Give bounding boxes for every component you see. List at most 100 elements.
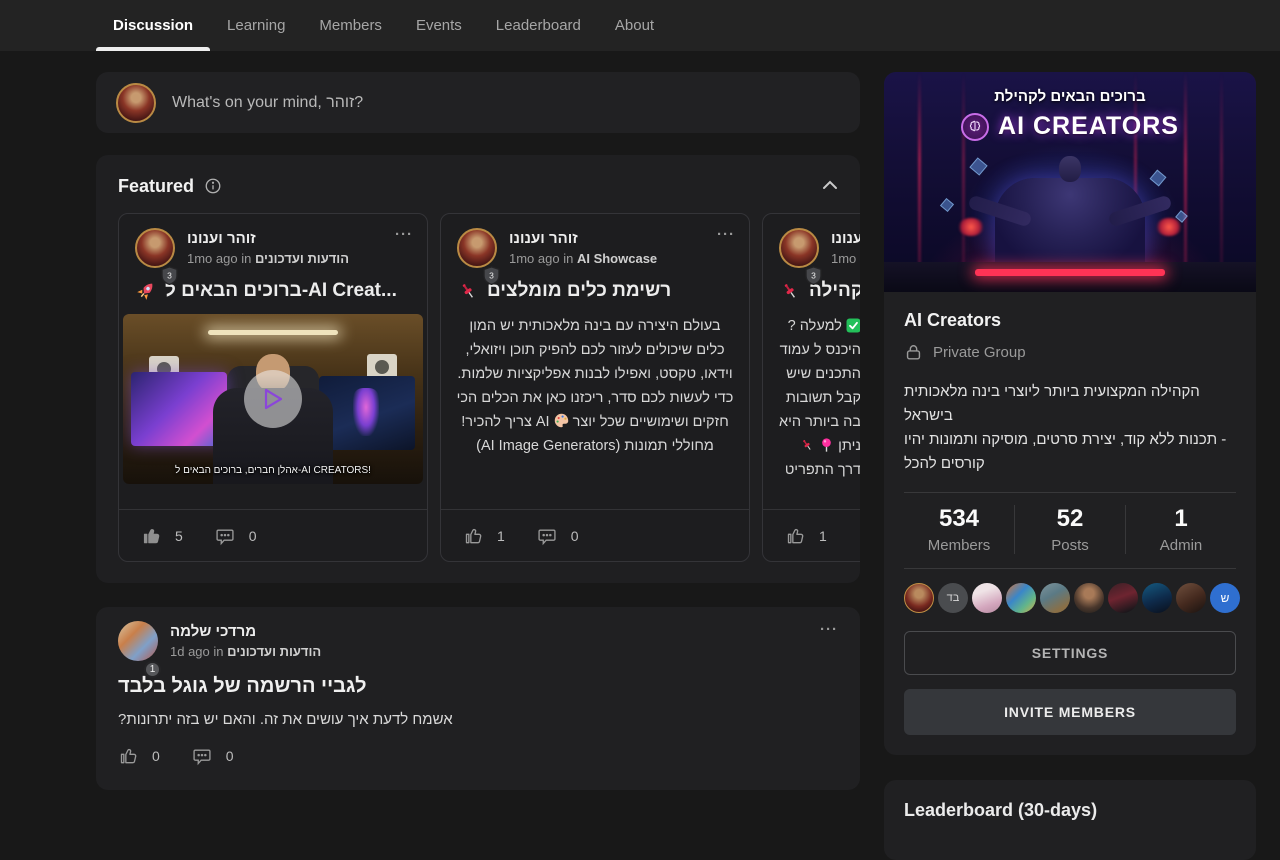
- channel-link[interactable]: הודעות ועדכונים: [227, 644, 321, 659]
- like-button[interactable]: 1: [785, 526, 845, 546]
- group-banner-image[interactable]: ברוכים הבאים לקהילת AI CREATORS: [884, 72, 1256, 292]
- nav-tabs: Discussion Learning Members Events Leade…: [96, 0, 1280, 51]
- thumbs-up-icon: [785, 526, 805, 546]
- like-button[interactable]: 5: [141, 526, 201, 546]
- pushpin-icon: [457, 280, 479, 302]
- group-stats: 534 Members 52 Posts 1 Admin: [904, 493, 1236, 568]
- palette-icon: [553, 412, 570, 429]
- member-avatar[interactable]: בד: [938, 583, 968, 613]
- tab-members[interactable]: Members: [302, 0, 399, 51]
- avatar: [457, 228, 497, 268]
- stat-admin[interactable]: 1 Admin: [1125, 505, 1236, 554]
- post-meta: 1mo ago in הודעות ועדכונים: [187, 251, 349, 266]
- comment-icon: [537, 526, 557, 546]
- comment-button[interactable]: 0: [192, 746, 252, 766]
- video-thumbnail[interactable]: אהלן חברים, ברוכים הבאים ל-AI CREATORS!: [123, 314, 423, 484]
- member-avatar[interactable]: [972, 583, 1002, 613]
- level-badge: 3: [483, 266, 500, 285]
- composer-prompt: What's on your mind, זוהר?: [172, 94, 363, 112]
- post-composer[interactable]: What's on your mind, זוהר?: [96, 72, 860, 133]
- feed-post[interactable]: 1 מרדכי שלמה 1d ago in הודעות ועדכונים ·…: [96, 607, 860, 790]
- member-avatar[interactable]: [1108, 583, 1138, 613]
- group-card: ברוכים הבאים לקהילת AI CREATORS AI Creat…: [884, 72, 1256, 755]
- featured-card-welcome[interactable]: 3 זוהר וענונו 1mo ago in הודעות ועדכונים…: [118, 213, 428, 562]
- level-badge: 1: [144, 661, 161, 678]
- leaderboard-card: Leaderboard (30-days): [884, 780, 1256, 860]
- post-author[interactable]: מרדכי שלמה: [170, 623, 321, 640]
- member-avatar[interactable]: [1006, 583, 1036, 613]
- member-avatar[interactable]: [904, 583, 934, 613]
- members-preview: בד ש: [904, 569, 1236, 615]
- group-sidebar: ברוכים הבאים לקהילת AI CREATORS AI Creat…: [884, 72, 1256, 860]
- tab-discussion[interactable]: Discussion: [96, 0, 210, 51]
- tab-about[interactable]: About: [598, 0, 671, 51]
- member-avatar[interactable]: [1142, 583, 1172, 613]
- featured-card-tools[interactable]: 3 זוהר וענונו 1mo ago in AI Showcase ···…: [440, 213, 750, 562]
- group-name: AI Creators: [904, 310, 1236, 331]
- featured-card-community[interactable]: 3 זוהר וענונו 1mo קהילה למעלה ?: [762, 213, 860, 562]
- member-avatar[interactable]: [1074, 583, 1104, 613]
- tab-events[interactable]: Events: [399, 0, 479, 51]
- like-button[interactable]: 0: [118, 746, 178, 766]
- top-navbar: Discussion Learning Members Events Leade…: [0, 0, 1280, 51]
- like-count: 0: [152, 748, 160, 764]
- tab-learning[interactable]: Learning: [210, 0, 302, 51]
- privacy-label: Private Group: [933, 344, 1026, 361]
- more-options-button[interactable]: ···: [820, 621, 838, 638]
- member-avatar[interactable]: [1040, 583, 1070, 613]
- post-author[interactable]: זוהר וענונו: [831, 230, 860, 247]
- info-icon[interactable]: [204, 177, 222, 195]
- featured-heading: Featured: [118, 176, 194, 197]
- tab-leaderboard[interactable]: Leaderboard: [479, 0, 598, 51]
- post-meta: 1mo: [831, 251, 860, 266]
- channel-link[interactable]: AI Showcase: [577, 251, 657, 266]
- like-count: 1: [819, 528, 827, 544]
- stat-members[interactable]: 534 Members: [904, 505, 1014, 554]
- avatar: [779, 228, 819, 268]
- comment-icon: [192, 746, 212, 766]
- thumbs-up-icon: [141, 526, 161, 546]
- member-avatar[interactable]: ש: [1210, 583, 1240, 613]
- post-author[interactable]: זוהר וענונו: [509, 230, 657, 247]
- thumbs-up-icon: [118, 746, 138, 766]
- settings-button[interactable]: SETTINGS: [904, 631, 1236, 675]
- like-count: 5: [175, 528, 183, 544]
- pushpin-icon: [799, 437, 815, 453]
- svg-text:3: 3: [811, 271, 816, 281]
- comment-count: 0: [249, 528, 257, 544]
- stat-posts[interactable]: 52 Posts: [1014, 505, 1125, 554]
- video-caption: אהלן חברים, ברוכים הבאים ל-AI CREATORS!: [123, 465, 423, 476]
- avatar: [135, 228, 175, 268]
- chevron-up-icon[interactable]: [822, 179, 838, 191]
- current-user-avatar: [116, 83, 156, 123]
- comment-icon: [215, 526, 235, 546]
- banner-brand-text: AI CREATORS: [998, 112, 1179, 141]
- rocket-icon: [135, 280, 157, 302]
- pushpin-icon: [779, 280, 801, 302]
- avatar: [118, 621, 158, 661]
- feed-column: What's on your mind, זוהר? Featured: [96, 72, 860, 790]
- post-meta: 1d ago in הודעות ועדכונים: [170, 644, 321, 659]
- banner-welcome-text: ברוכים הבאים לקהילת: [884, 88, 1256, 105]
- post-author[interactable]: זוהר וענונו: [187, 230, 349, 247]
- like-count: 1: [497, 528, 505, 544]
- lock-icon: [904, 343, 923, 362]
- featured-section: Featured 3: [96, 155, 860, 583]
- channel-link[interactable]: הודעות ועדכונים: [255, 251, 349, 266]
- like-button[interactable]: 1: [463, 526, 523, 546]
- comment-count: 0: [226, 748, 234, 764]
- invite-members-button[interactable]: INVITE MEMBERS: [904, 689, 1236, 735]
- more-options-button[interactable]: ···: [395, 226, 413, 243]
- group-description: הקהילה המקצועית ביותר ליוצרי בינה מלאכות…: [904, 380, 1236, 476]
- play-button[interactable]: [244, 370, 302, 428]
- comment-button[interactable]: 0: [537, 526, 597, 546]
- brain-logo-icon: [961, 113, 989, 141]
- level-badge: 3: [805, 266, 822, 285]
- featured-cards-row: 3 זוהר וענונו 1mo ago in הודעות ועדכונים…: [118, 213, 860, 562]
- round-pin-icon: [819, 437, 834, 453]
- more-options-button[interactable]: ···: [717, 226, 735, 243]
- member-avatar[interactable]: [1176, 583, 1206, 613]
- check-icon: [846, 318, 860, 333]
- comment-button[interactable]: 0: [215, 526, 275, 546]
- post-meta: 1mo ago in AI Showcase: [509, 251, 657, 266]
